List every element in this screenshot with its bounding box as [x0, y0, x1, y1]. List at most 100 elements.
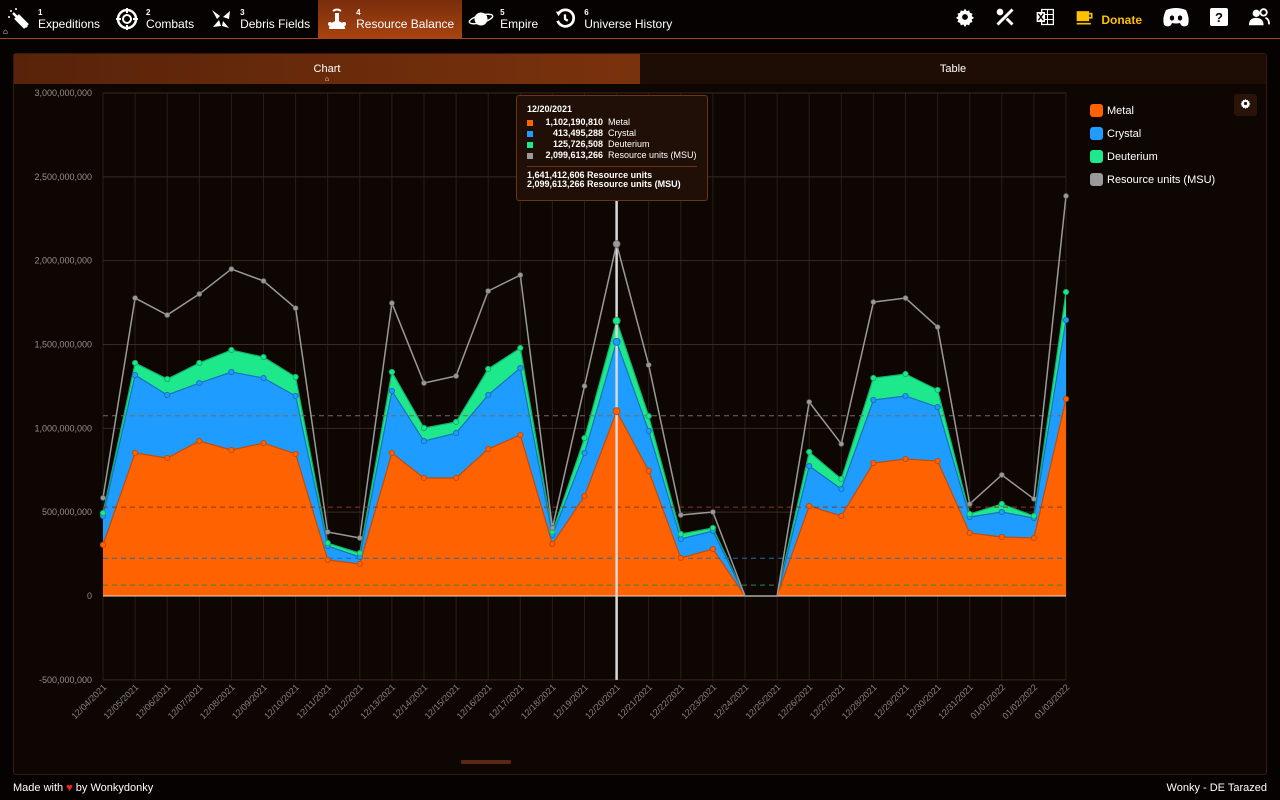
- point-deuterium: [356, 549, 363, 557]
- point-deuterium: [934, 386, 941, 394]
- legend-label: Resource units (MSU): [1107, 173, 1216, 186]
- point-deuterium: [420, 424, 428, 432]
- gear-icon: [1240, 96, 1251, 114]
- point-msu: [902, 295, 909, 301]
- chart-legend: Metal Crystal Deuterium Resource units (…: [1090, 99, 1215, 191]
- comet-icon: [6, 6, 32, 32]
- point-deuterium: [196, 359, 203, 367]
- point-deuterium: [164, 375, 171, 383]
- point-metal: [581, 492, 588, 500]
- point-msu: [453, 373, 459, 379]
- discord-button[interactable]: [1152, 0, 1200, 39]
- nav-resource-balance[interactable]: 4 Resource Balance: [318, 0, 463, 39]
- point-metal: [1062, 395, 1070, 403]
- heart-icon: ♥: [66, 782, 73, 794]
- point-msu: [292, 305, 299, 311]
- home-icon[interactable]: ⌂: [3, 27, 8, 36]
- point-deuterium: [838, 475, 845, 483]
- nav-expeditions[interactable]: ⌂ 1 Expeditions: [0, 0, 108, 39]
- tooltip-divider: [527, 166, 697, 167]
- point-metal: [356, 560, 363, 568]
- point-metal: [324, 556, 331, 564]
- nav-label: Combats: [146, 16, 195, 31]
- home-icon: ⌂: [324, 76, 330, 83]
- donate-button[interactable]: Donate: [1065, 0, 1152, 39]
- point-metal: [196, 437, 203, 445]
- footer-server: Wonky - DE Tarazed: [1166, 782, 1267, 794]
- y-tick-label: 3,000,000,000: [34, 88, 92, 98]
- y-tick-label: 2,500,000,000: [34, 172, 92, 182]
- tooltip-row-metal: 1,102,190,810 Metal: [527, 117, 697, 128]
- point-deuterium: [1062, 288, 1070, 296]
- point-deuterium: [902, 370, 909, 378]
- debris-icon: [208, 6, 234, 32]
- nav-universe-history[interactable]: 6 Universe History: [546, 0, 680, 39]
- point-metal: [420, 474, 428, 482]
- point-msu: [710, 509, 716, 515]
- point-msu: [485, 288, 492, 294]
- legend-item-metal[interactable]: Metal: [1090, 99, 1215, 122]
- help-icon: ?: [1210, 8, 1228, 31]
- legend-swatch: [1090, 150, 1103, 163]
- legend-label: Metal: [1107, 104, 1134, 117]
- point-deuterium: [388, 368, 395, 376]
- point-msu: [966, 501, 973, 507]
- point-deuterium: [228, 346, 235, 354]
- legend-item-crystal[interactable]: Crystal: [1090, 122, 1215, 145]
- tooltip-row-crystal: 413,495,288 Crystal: [527, 128, 697, 139]
- point-msu: [677, 512, 684, 518]
- y-tick-label: 500,000,000: [42, 507, 92, 517]
- point-crystal: [388, 387, 395, 395]
- chart-settings-button[interactable]: [1234, 94, 1257, 116]
- nav-combats[interactable]: 2 Combats: [108, 0, 202, 39]
- tooltip-swatch: [527, 141, 533, 148]
- point-deuterium: [612, 316, 621, 325]
- point-msu: [517, 272, 524, 278]
- point-metal: [260, 439, 267, 447]
- legend-item-msu[interactable]: Resource units (MSU): [1090, 168, 1215, 191]
- point-metal: [132, 449, 139, 457]
- tab-label: Chart: [313, 63, 341, 75]
- point-msu: [870, 299, 877, 305]
- excel-icon: [1035, 7, 1055, 32]
- tooltip-label: Metal: [608, 117, 631, 127]
- point-metal: [549, 540, 556, 548]
- point-msu: [998, 472, 1005, 478]
- point-deuterium: [324, 539, 331, 547]
- point-metal: [709, 545, 717, 553]
- point-metal: [99, 541, 107, 548]
- y-tick-label: 2,000,000,000: [34, 256, 92, 266]
- point-metal: [517, 431, 524, 439]
- point-crystal: [645, 427, 652, 435]
- point-metal: [966, 529, 973, 537]
- point-deuterium: [581, 434, 588, 442]
- point-msu: [260, 278, 267, 284]
- point-metal: [645, 467, 652, 475]
- help-button[interactable]: ?: [1200, 0, 1238, 39]
- settings-button[interactable]: [945, 0, 985, 39]
- point-deuterium: [260, 353, 267, 361]
- point-msu: [228, 266, 235, 272]
- excel-export-button[interactable]: [1025, 0, 1065, 39]
- tools-button[interactable]: [985, 0, 1025, 39]
- users-icon: [1248, 7, 1270, 32]
- point-crystal: [934, 403, 941, 411]
- point-crystal: [838, 485, 845, 493]
- footer-author: by Wonkydonky: [75, 782, 154, 794]
- point-metal: [902, 455, 909, 463]
- tab-table[interactable]: Table: [640, 54, 1266, 84]
- point-msu: [645, 362, 652, 368]
- point-deuterium: [453, 418, 460, 426]
- nav-debris-fields[interactable]: 3 Debris Fields: [202, 0, 318, 39]
- point-deuterium: [517, 344, 524, 352]
- legend-item-deuterium[interactable]: Deuterium: [1090, 145, 1215, 168]
- tooltip-swatch: [527, 119, 533, 126]
- nav-empire[interactable]: 5 Empire: [462, 0, 546, 39]
- y-tick-label: 1,000,000,000: [34, 423, 92, 433]
- chart-scroll-handle[interactable]: [461, 760, 511, 764]
- point-crystal: [677, 535, 684, 543]
- tab-chart[interactable]: Chart ⌂: [14, 54, 640, 84]
- tooltip-label: Crystal: [608, 128, 637, 138]
- svg-text:?: ?: [1215, 10, 1223, 25]
- users-button[interactable]: [1238, 0, 1280, 39]
